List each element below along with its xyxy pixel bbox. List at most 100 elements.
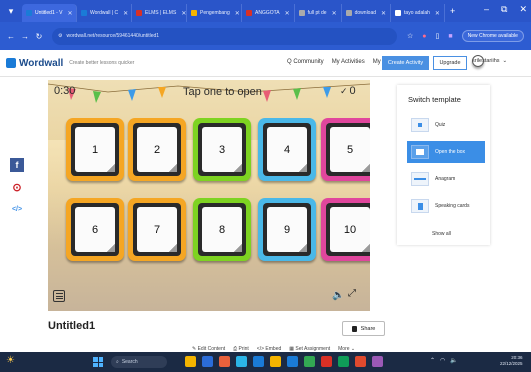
taskbar-app-icon[interactable] [304,356,315,367]
taskbar-app-icon[interactable] [253,356,264,367]
browser-tab[interactable]: Wordwall | C ✕ [77,4,132,22]
game-box[interactable]: 6 [66,198,124,261]
tab-label: tayo adalah [404,10,430,16]
taskbar-search[interactable]: ⌕ Search [111,356,167,368]
start-button[interactable] [93,357,103,367]
template-anagram[interactable]: Anagram [407,168,485,190]
game-box[interactable]: 1 [66,118,124,181]
game-box[interactable]: 2 [128,118,186,181]
chrome-update-button[interactable]: New Chrome available [461,30,524,42]
close-tab-icon[interactable]: ✕ [235,10,240,17]
browser-tab[interactable]: ELMS | ELMS ✕ [132,4,187,22]
fullscreen-icon[interactable]: ⤢ [348,288,356,299]
taskbar-app-icon[interactable] [202,356,213,367]
wifi-icon[interactable]: ◠ [440,357,445,364]
close-window-icon[interactable]: ✕ [519,4,527,15]
tray-chevron-icon[interactable]: ⌃ [430,357,435,364]
nav-my-activities[interactable]: My Activities [332,59,365,65]
forward-icon[interactable]: → [18,32,32,41]
pinterest-share-icon[interactable]: ⊙ [10,180,24,194]
browser-tab[interactable]: Pengembang ✕ [187,4,242,22]
close-tab-icon[interactable]: ✕ [435,10,440,17]
game-box[interactable]: 4 [258,118,316,181]
taskbar-app-icon[interactable] [355,356,366,367]
close-tab-icon[interactable]: ✕ [68,10,73,17]
box-frame: 5 [326,123,370,176]
box-frame: 3 [198,123,246,176]
reload-icon[interactable]: ↻ [32,32,46,41]
logo-icon [6,58,16,68]
show-all-link[interactable]: Show all [432,231,451,237]
embed-share-icon[interactable]: </> [10,202,24,216]
page-curl-icon [107,244,115,252]
browser-tab[interactable]: Untitled1 - V ✕ [22,4,77,22]
box-card: 10 [330,207,370,252]
bookmark-star-icon[interactable]: ☆ [407,32,413,40]
activity-title: Untitled1 [48,320,96,332]
restore-icon[interactable]: ⧉ [501,4,507,15]
nav-community[interactable]: Q Community [287,59,324,65]
close-tab-icon[interactable]: ✕ [123,10,128,17]
back-icon[interactable]: ← [4,32,18,41]
browser-tab[interactable]: ANGGOTA ✕ [242,4,295,22]
taskbar-clock[interactable]: 20:36 22/12/2025 [500,355,523,367]
taskbar-app-icon[interactable] [321,356,332,367]
box-frame: 7 [133,203,181,256]
box-frame: 6 [71,203,119,256]
game-menu-button[interactable] [53,290,65,302]
close-tab-icon[interactable]: ✕ [181,10,186,17]
close-tab-icon[interactable]: ✕ [285,10,290,17]
taskbar-app-icon[interactable] [372,356,383,367]
game-box[interactable]: 8 [193,198,251,261]
taskbar-app-icon[interactable] [236,356,247,367]
new-tab-button[interactable]: + [450,6,455,16]
taskbar-apps [185,356,383,367]
box-frame: 4 [263,123,311,176]
sidepanel-icon[interactable]: ▯ [436,32,440,40]
taskbar-app-icon[interactable] [270,356,281,367]
address-bar[interactable]: ⚙ wordwall.net/resource/59461440/untitle… [52,27,397,45]
page-curl-icon [299,164,307,172]
game-box[interactable]: 10 [321,198,370,261]
weather-icon[interactable]: ☀ [6,355,15,366]
tab-label: download [354,10,377,16]
box-frame: 8 [198,203,246,256]
box-number: 6 [91,223,99,236]
profile-icon[interactable]: ■ [448,33,452,40]
logo-text: Wordwall [19,57,64,69]
taskbar-app-icon[interactable] [219,356,230,367]
site-info-icon[interactable]: ⚙ [58,33,62,39]
tab-favicon-icon [246,10,252,16]
template-quiz[interactable]: Quiz [407,114,485,136]
template-speaking-cards[interactable]: Speaking cards [407,195,485,217]
game-box[interactable]: 7 [128,198,186,261]
sound-icon[interactable]: 🔈 [332,290,344,301]
switch-template-title: Switch template [408,95,461,104]
volume-icon[interactable]: 🔈 [450,357,457,364]
game-box[interactable]: 3 [193,118,251,181]
box-number: 3 [218,143,226,156]
browser-tab[interactable]: full pt de ✕ [295,4,342,22]
game-box[interactable]: 9 [258,198,316,261]
taskbar-app-icon[interactable] [338,356,349,367]
browser-toolbar: ← → ↻ ⚙ wordwall.net/resource/59461440/u… [0,22,531,50]
game-box[interactable]: 5 [321,118,370,181]
close-tab-icon[interactable]: ✕ [332,10,337,17]
minimize-icon[interactable]: – [484,4,489,15]
toolbar-right: ☆ ● ▯ ■ New Chrome available [407,30,524,42]
share-button[interactable]: Share [342,321,385,336]
upgrade-button[interactable]: Upgrade [433,56,467,70]
browser-tab[interactable]: download ✕ [342,4,392,22]
extension-icon[interactable]: ● [422,33,426,40]
page-curl-icon [107,164,115,172]
user-menu[interactable]: srilestariihs ⌄ [472,55,507,67]
taskbar-app-icon[interactable] [287,356,298,367]
taskbar-app-icon[interactable] [185,356,196,367]
template-open-the-box[interactable]: Open the box [407,141,485,163]
browser-tab[interactable]: tayo adalah ✕ [391,4,445,22]
close-tab-icon[interactable]: ✕ [381,10,386,17]
wordwall-logo[interactable]: Wordwall [6,58,63,69]
create-activity-button[interactable]: Create Activity [382,56,429,70]
facebook-share-icon[interactable]: f [10,158,24,172]
tab-search-icon[interactable]: ▾ [0,0,22,22]
